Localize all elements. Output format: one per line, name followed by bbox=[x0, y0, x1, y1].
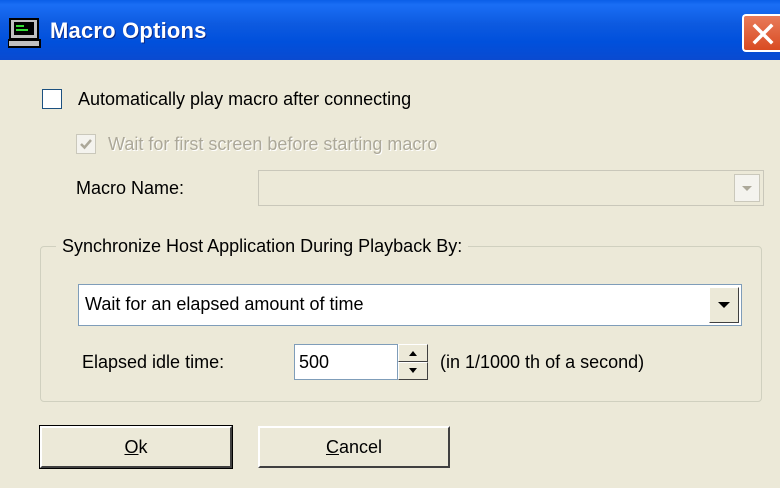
chevron-down-icon bbox=[718, 302, 730, 308]
terminal-icon bbox=[8, 18, 41, 48]
macro-name-combobox[interactable] bbox=[258, 170, 764, 206]
ok-button[interactable]: Ok bbox=[39, 425, 233, 469]
idle-time-label: Elapsed idle time: bbox=[82, 352, 225, 372]
sync-groupbox-label: Synchronize Host Application During Play… bbox=[56, 236, 469, 257]
cancel-label-rest: ancel bbox=[338, 437, 383, 457]
cancel-mnemonic: C bbox=[325, 437, 339, 457]
wait-first-screen-checkbox[interactable] bbox=[76, 134, 96, 154]
spin-down-button[interactable] bbox=[398, 362, 428, 380]
ok-label-rest: k bbox=[138, 437, 148, 457]
wait-first-screen-label[interactable]: Wait for first screen before starting ma… bbox=[108, 134, 437, 155]
macro-name-label: Macro Name: bbox=[76, 178, 185, 198]
macro-name-dropdown-button[interactable] bbox=[734, 174, 760, 202]
chevron-down-icon bbox=[742, 186, 752, 191]
auto-play-label[interactable]: Automatically play macro after connectin… bbox=[78, 89, 411, 110]
sync-method-select[interactable]: Wait for an elapsed amount of time bbox=[78, 284, 742, 326]
sync-method-dropdown-button[interactable] bbox=[709, 287, 739, 323]
idle-time-unit: (in 1/1000 th of a second) bbox=[440, 352, 645, 372]
close-icon bbox=[752, 23, 774, 45]
macro-options-dialog: Macro Options Automatically play macro a… bbox=[0, 0, 780, 488]
idle-time-input[interactable]: 500 bbox=[294, 344, 398, 380]
window-title: Macro Options bbox=[50, 18, 207, 43]
spin-up-button[interactable] bbox=[398, 344, 428, 362]
cancel-button[interactable]: Cancel bbox=[258, 426, 450, 468]
checkmark-icon bbox=[80, 139, 92, 150]
idle-time-spinner[interactable] bbox=[398, 344, 428, 380]
arrow-up-icon bbox=[409, 351, 417, 356]
auto-play-checkbox[interactable] bbox=[42, 89, 62, 109]
idle-time-value: 500 bbox=[299, 352, 330, 372]
title-bar[interactable]: Macro Options bbox=[0, 0, 780, 60]
arrow-down-icon bbox=[409, 368, 417, 373]
ok-mnemonic: O bbox=[124, 437, 139, 457]
close-button[interactable] bbox=[742, 14, 780, 52]
sync-method-value: Wait for an elapsed amount of time bbox=[85, 294, 364, 314]
